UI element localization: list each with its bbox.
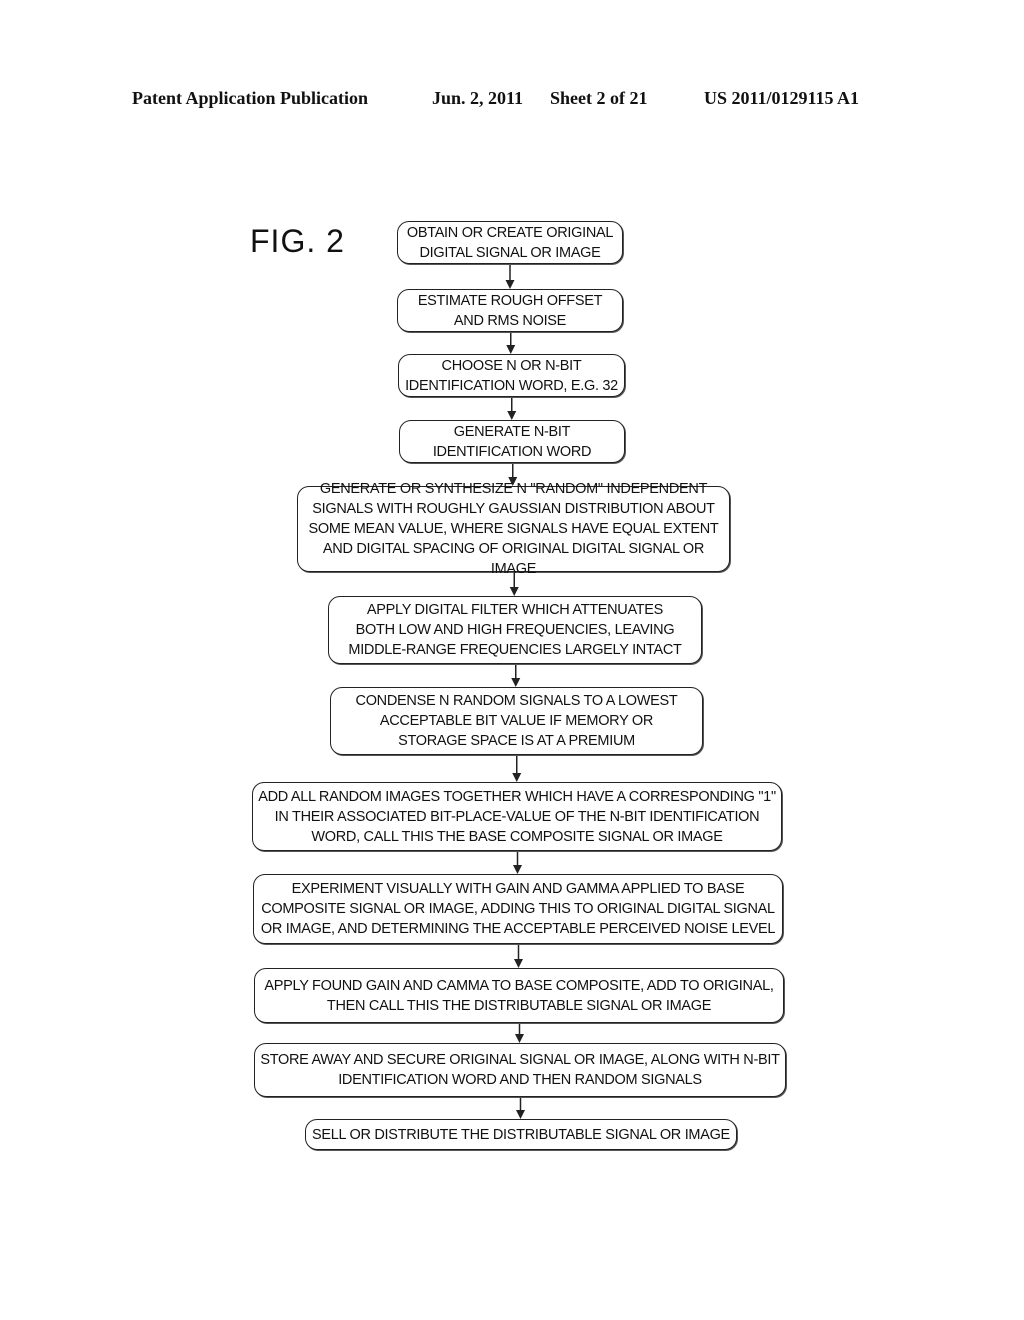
arrow-head-icon xyxy=(509,587,519,596)
flow-step-text: ADD ALL RANDOM IMAGES TOGETHER WHICH HAV… xyxy=(258,787,776,847)
flow-step-line: OR IMAGE, AND DETERMINING THE ACCEPTABLE… xyxy=(260,921,776,937)
flow-step-text: CHOOSE N OR N-BIT IDENTIFICATION WORD, E.… xyxy=(405,356,618,396)
flow-step-text: APPLY FOUND GAIN AND CAMMA TO BASE COMPO… xyxy=(264,976,773,1016)
flow-step-line: AND DIGITAL SPACING OF ORIGINAL DIGITAL … xyxy=(322,541,705,577)
flow-step: GENERATE OR SYNTHESIZE N "RANDOM" INDEPE… xyxy=(297,481,730,577)
flow-arrow xyxy=(516,1097,525,1119)
flow-step-line: STORAGE SPACE IS AT A PREMIUM xyxy=(398,733,635,749)
flow-step-text: CONDENSE N RANDOM SIGNALS TO A LOWEST ACC… xyxy=(356,691,678,751)
arrow-head-icon xyxy=(511,678,521,687)
arrow-head-icon xyxy=(507,411,517,420)
page-header: Patent Application Publication Jun. 2, 2… xyxy=(0,88,1024,114)
flow-step-line: ACCEPTABLE BIT VALUE IF MEMORY OR xyxy=(379,713,654,729)
flow-step-line: ESTIMATE ROUGH OFFSET xyxy=(417,292,603,309)
flow-step: GENERATE N-BIT IDENTIFICATION WORD xyxy=(399,420,625,463)
flow-step-text: EXPERIMENT VISUALLY WITH GAIN AND GAMMA … xyxy=(260,879,776,939)
flow-step-line: SELL OR DISTRIBUTE THE DISTRIBUTABLE SIG… xyxy=(312,1126,730,1143)
arrow-head-icon xyxy=(516,1110,525,1119)
flow-step-text: SELL OR DISTRIBUTE THE DISTRIBUTABLE SIG… xyxy=(312,1125,730,1145)
arrow-head-icon xyxy=(512,773,522,782)
flow-step-line: WORD, CALL THIS THE BASE COMPOSITE SIGNA… xyxy=(311,828,723,845)
flow-step-line: CONDENSE N RANDOM SIGNALS TO A LOWEST xyxy=(355,693,678,709)
figure-label: FIG. 2 xyxy=(250,223,345,259)
flow-step-line: CHOOSE N OR N-BIT xyxy=(441,357,582,374)
flow-step-text: APPLY DIGITAL FILTER WHICH ATTENUATES BOT… xyxy=(348,600,681,660)
flow-step-line: IDENTIFICATION WORD, E.G. 32 xyxy=(405,377,618,394)
flow-arrow xyxy=(515,1023,524,1043)
flow-step-line: SOME MEAN VALUE, WHERE SIGNALS HAVE EQUA… xyxy=(308,521,719,537)
arrow-head-icon xyxy=(515,1034,524,1043)
publication-title: Patent Application Publication xyxy=(132,88,369,108)
flow-step-line: BOTH LOW AND HIGH FREQUENCIES, LEAVING xyxy=(355,622,675,638)
flow-step-text: STORE AWAY AND SECURE ORIGINAL SIGNAL OR… xyxy=(260,1050,780,1090)
flow-step-text: ESTIMATE ROUGH OFFSET AND RMS NOISE xyxy=(417,291,603,331)
arrow-head-icon xyxy=(514,959,523,968)
flow-step-line: IN THEIR ASSOCIATED BIT-PLACE-VALUE OF T… xyxy=(274,808,760,825)
flow-step-line: STORE AWAY AND SECURE ORIGINAL SIGNAL OR… xyxy=(260,1052,780,1068)
flow-arrow xyxy=(511,664,521,687)
sheet-number: Sheet 2 of 21 xyxy=(550,88,648,108)
flow-step-line: GENERATE OR SYNTHESIZE N "RANDOM" INDEPE… xyxy=(319,481,708,497)
flow-step-line: AND RMS NOISE xyxy=(453,312,567,329)
arrow-head-icon xyxy=(506,345,516,354)
flow-step-text: OBTAIN OR CREATE ORIGINAL DIGITAL SIGNAL … xyxy=(406,223,614,263)
flow-step-line: GENERATE N-BIT xyxy=(453,423,571,440)
flow-step-line: OBTAIN OR CREATE ORIGINAL xyxy=(406,224,614,241)
flow-step: OBTAIN OR CREATE ORIGINAL DIGITAL SIGNAL … xyxy=(397,221,623,264)
flow-step: STORE AWAY AND SECURE ORIGINAL SIGNAL OR… xyxy=(254,1043,786,1097)
flow-arrow xyxy=(507,397,517,420)
flow-step-line: ADD ALL RANDOM IMAGES TOGETHER WHICH HAV… xyxy=(258,788,776,805)
flow-step-line: IDENTIFICATION WORD xyxy=(432,443,592,460)
flow-step-line: COMPOSITE SIGNAL OR IMAGE, ADDING THIS T… xyxy=(261,901,775,917)
flow-step: APPLY DIGITAL FILTER WHICH ATTENUATES BOT… xyxy=(328,596,702,664)
flow-step-text: GENERATE N-BIT IDENTIFICATION WORD xyxy=(432,422,592,462)
flow-step: ESTIMATE ROUGH OFFSET AND RMS NOISE xyxy=(397,289,623,332)
flow-step-line: APPLY FOUND GAIN AND CAMMA TO BASE COMPO… xyxy=(264,977,774,994)
flow-step: APPLY FOUND GAIN AND CAMMA TO BASE COMPO… xyxy=(254,968,784,1023)
flow-step-line: THEN CALL THIS THE DISTRIBUTABLE SIGNAL … xyxy=(326,997,712,1014)
flow-arrow xyxy=(512,755,522,782)
flow-arrow xyxy=(505,264,515,289)
flow-step: SELL OR DISTRIBUTE THE DISTRIBUTABLE SIG… xyxy=(305,1119,737,1150)
flow-step-line: IDENTIFICATION WORD AND THEN RANDOM SIGN… xyxy=(338,1072,702,1088)
flow-step-line: EXPERIMENT VISUALLY WITH GAIN AND GAMMA … xyxy=(291,881,745,897)
flow-arrow xyxy=(513,851,522,874)
flow-step: CONDENSE N RANDOM SIGNALS TO A LOWEST ACC… xyxy=(330,687,703,755)
publication-date: Jun. 2, 2011 xyxy=(432,88,524,108)
flow-step-line: APPLY DIGITAL FILTER WHICH ATTENUATES xyxy=(366,602,664,618)
flow-step-line: SIGNALS WITH ROUGHLY GAUSSIAN DISTRIBUTI… xyxy=(312,501,715,517)
flow-step-text: GENERATE OR SYNTHESIZE N "RANDOM" INDEPE… xyxy=(302,479,725,579)
patent-number: US 2011/0129115 A1 xyxy=(704,88,860,108)
flow-step: CHOOSE N OR N-BIT IDENTIFICATION WORD, E.… xyxy=(398,354,625,397)
flow-step: ADD ALL RANDOM IMAGES TOGETHER WHICH HAV… xyxy=(252,782,782,851)
flow-arrow xyxy=(514,944,523,968)
flow-arrow xyxy=(506,332,516,354)
flow-step-line: MIDDLE-RANGE FREQUENCIES LARGELY INTACT xyxy=(348,642,682,658)
arrow-head-icon xyxy=(505,280,515,289)
flow-step-line: DIGITAL SIGNAL OR IMAGE xyxy=(419,244,601,261)
arrow-head-icon xyxy=(513,865,522,874)
flow-step: EXPERIMENT VISUALLY WITH GAIN AND GAMMA … xyxy=(253,874,783,944)
